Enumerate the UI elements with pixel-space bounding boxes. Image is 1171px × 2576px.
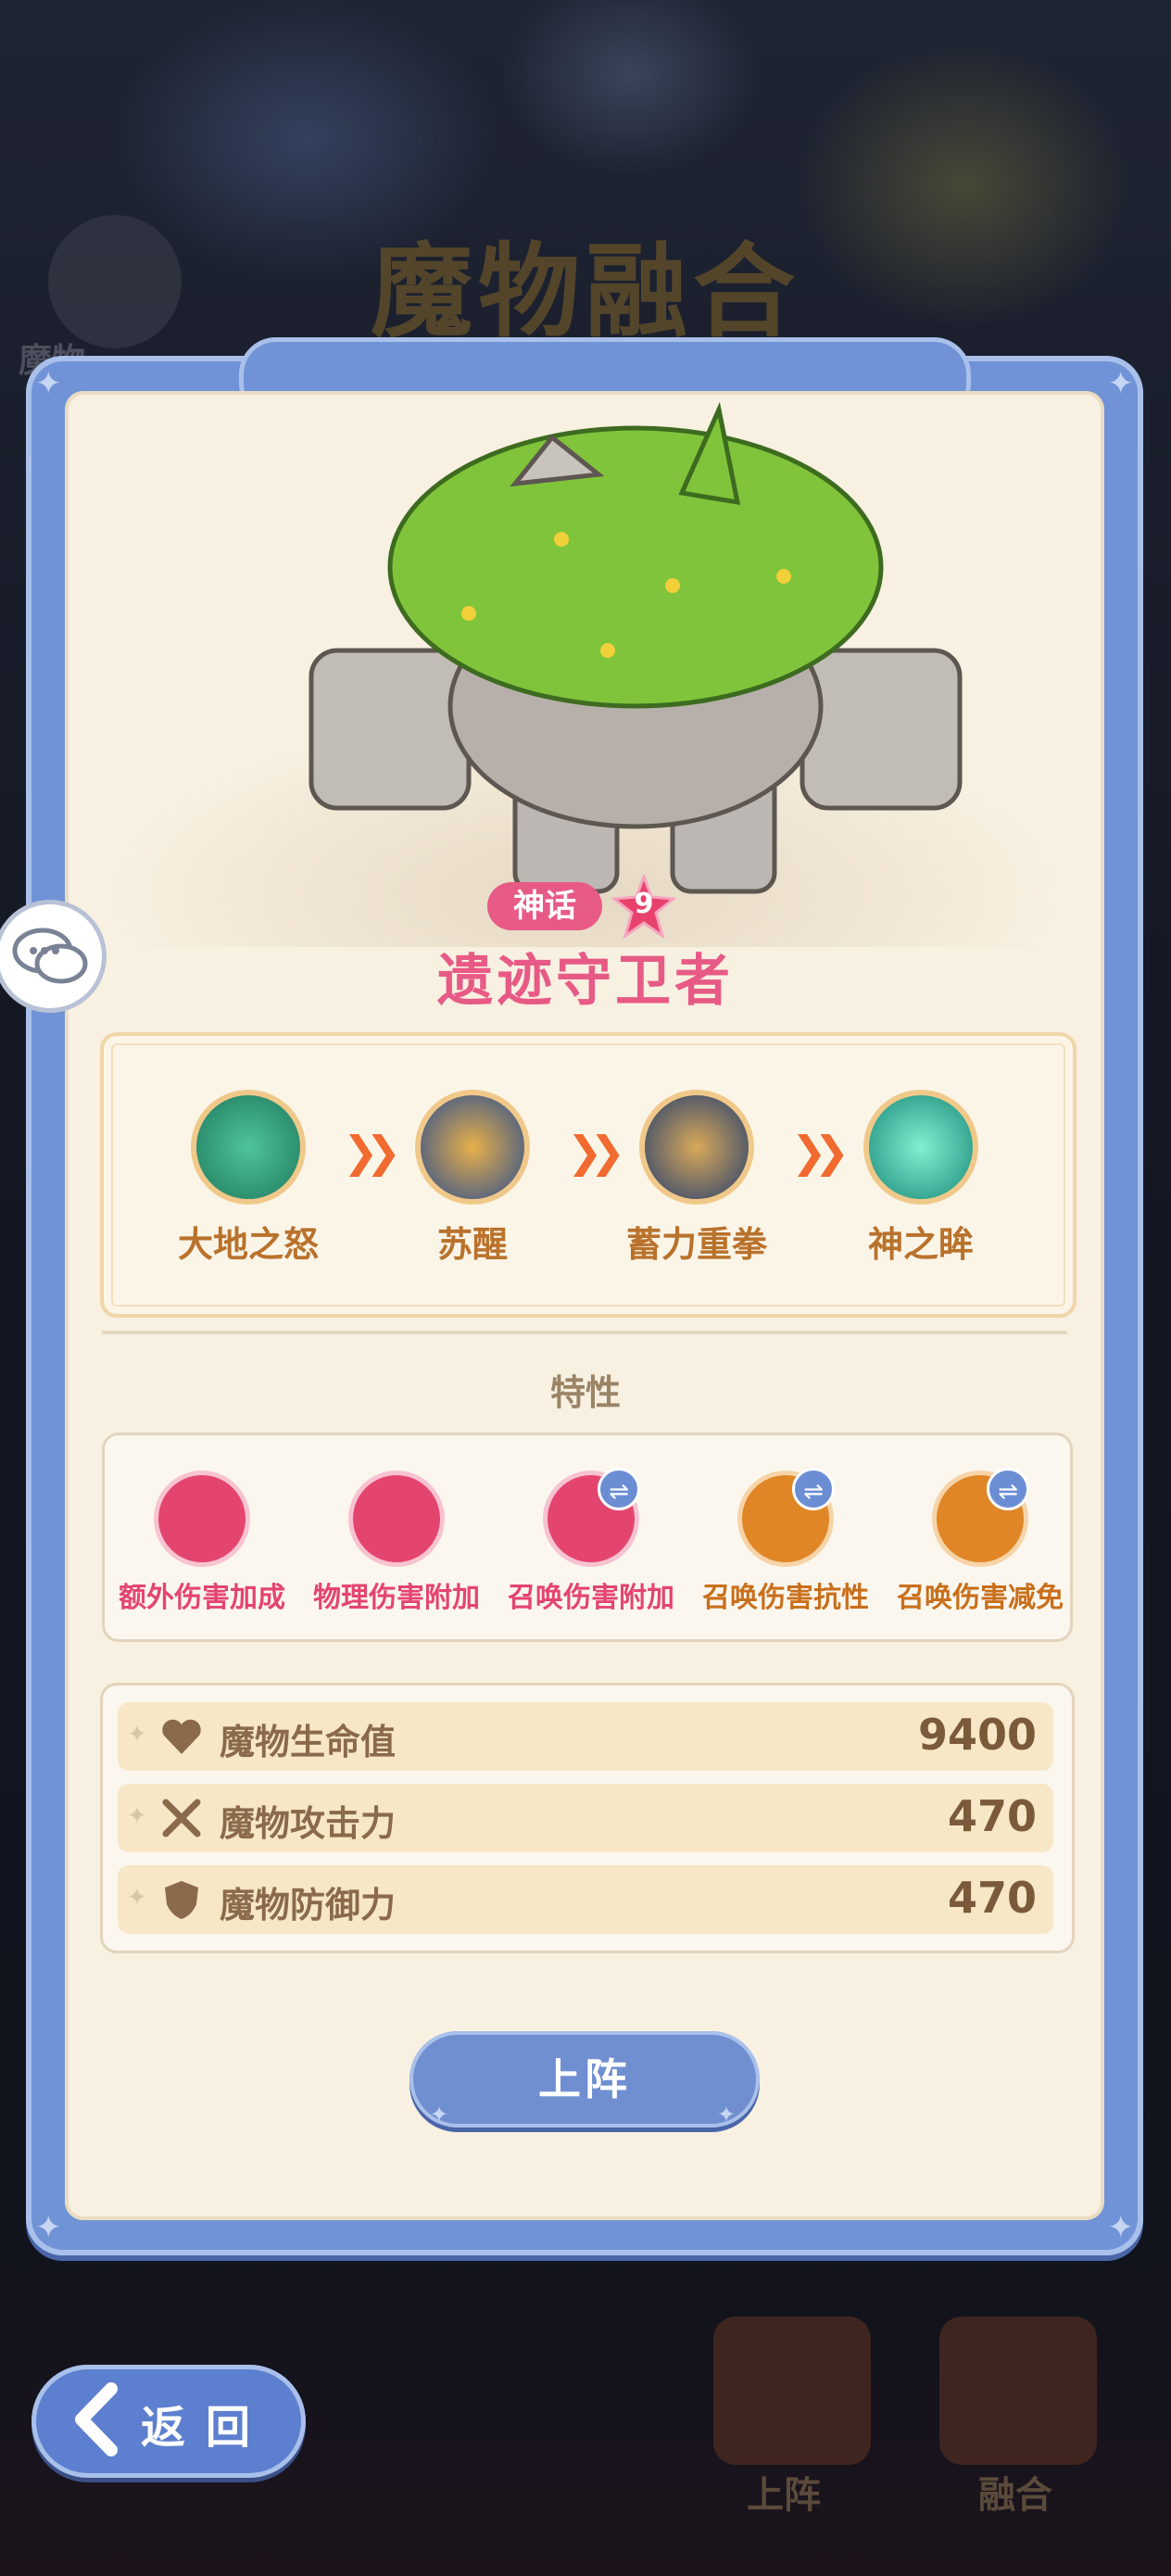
section-divider [102,1331,1067,1334]
rarity-badge: 神话 [487,882,602,930]
chat-button[interactable] [0,904,102,1008]
swords-icon [162,1799,201,1837]
evo-skill-2[interactable]: 苏醒 [389,1090,556,1267]
trait-item[interactable]: ⇌ 召唤伤害附加 [494,1468,688,1615]
evo-skill-label: 蓄力重拳 [625,1224,767,1265]
skill-evolution-chain: 大地之怒 ❯❯ 苏醒 ❯❯ 蓄力重拳 ❯❯ 神之眸 [100,1032,1077,1318]
traits-list: 额外伤害加成 物理伤害附加 ⇌ 召唤伤害附加 ⇌ 召唤伤害抗性 ⇌ 召唤伤害减免 [102,1433,1073,1642]
shield-icon [165,1881,198,1919]
stat-label: 魔物攻击力 [220,1803,397,1844]
charged-punch-icon [639,1090,754,1205]
monster-stage [107,401,1062,947]
stat-label: 魔物生命值 [220,1722,397,1762]
evo-skill-3[interactable]: 蓄力重拳 [613,1090,780,1267]
corner-ornament-icon: ✦ [1107,2209,1135,2246]
monster-name: 遗迹守卫者 [437,949,734,1014]
chevron-right-icon: ❯❯ [791,1127,850,1177]
trait-item[interactable]: ⇌ 召唤伤害减免 [883,1468,1070,1615]
swap-icon: ⇌ [792,1468,835,1510]
stat-value: 470 [947,1791,1037,1841]
stat-value: 470 [947,1873,1037,1923]
summon-resist-trait-icon: ⇌ [737,1468,835,1567]
fusion-tab-label: 融合 [978,2474,1052,2517]
corner-ornament-icon: ✦ [35,2209,62,2246]
summon-damage-trait-icon: ⇌ [543,1468,640,1567]
traits-title: 特性 [549,1372,621,1413]
crossed-swords-trait-icon [348,1471,445,1567]
diamond-icon: ✦ [430,2102,453,2128]
diamond-icon: ✦ [127,1721,147,1749]
deploy-button[interactable]: ✦ 上阵 ✦ [409,2031,760,2128]
swap-icon: ⇌ [987,1468,1029,1510]
stat-row: ✦ 魔物攻击力 470 [118,1784,1053,1852]
chat-bubbles-icon [12,928,88,984]
corner-ornament-icon: ✦ [1107,365,1135,402]
trait-label: 额外伤害加成 [119,1582,285,1614]
diamond-icon: ✦ [127,1802,147,1830]
star-level: 9 [634,888,654,920]
divine-eye-icon [863,1090,978,1205]
stat-row: ✦ 魔物防御力 470 [118,1865,1053,1934]
chevron-right-icon: ❯❯ [567,1127,625,1177]
swap-icon: ⇌ [598,1468,640,1510]
chevron-right-icon: ❯❯ [343,1127,401,1177]
trait-item[interactable]: ⇌ 召唤伤害抗性 [688,1468,883,1615]
heart-icon [162,1719,201,1754]
deploy-tab-icon [713,2317,871,2465]
back-button[interactable]: 返回 [31,2365,306,2478]
trait-label: 召唤伤害减免 [897,1582,1064,1614]
stat-row: ✦ 魔物生命值 9400 [118,1702,1053,1771]
stats-panel: ✦ 魔物生命值 9400 ✦ 魔物攻击力 470 ✦ 魔物防御力 470 [100,1683,1075,1953]
awaken-icon [415,1090,530,1205]
evo-skill-label: 大地之怒 [177,1224,319,1265]
diamond-icon: ✦ [127,1884,147,1912]
monster-portrait [308,401,963,894]
fusion-tab-icon [939,2317,1097,2465]
chevron-up-trait-icon [154,1471,250,1567]
trait-label: 召唤伤害附加 [508,1582,674,1614]
earth-fury-icon [191,1090,306,1205]
back-button-label: 返回 [141,2402,271,2454]
trait-label: 物理伤害附加 [313,1582,480,1614]
back-arrow-icon [75,2382,118,2456]
stat-value: 9400 [917,1710,1037,1760]
evo-skill-label: 神之眸 [867,1224,974,1265]
stat-label: 魔物防御力 [220,1885,397,1926]
evo-skill-4[interactable]: 神之眸 [837,1090,1004,1267]
monster-manual-icon [48,215,182,348]
deploy-button-label: 上阵 [538,2054,631,2104]
summon-reduce-trait-icon: ⇌ [932,1468,1029,1567]
evo-skill-1[interactable]: 大地之怒 [165,1090,332,1267]
corner-ornament-icon: ✦ [35,365,62,402]
evo-skill-label: 苏醒 [436,1224,508,1265]
trait-item[interactable]: 物理伤害附加 [299,1471,494,1615]
deploy-tab-label: 上阵 [747,2474,821,2517]
trait-label: 召唤伤害抗性 [702,1582,869,1614]
diamond-icon: ✦ [716,2102,739,2128]
trait-item[interactable]: 额外伤害加成 [105,1471,299,1615]
